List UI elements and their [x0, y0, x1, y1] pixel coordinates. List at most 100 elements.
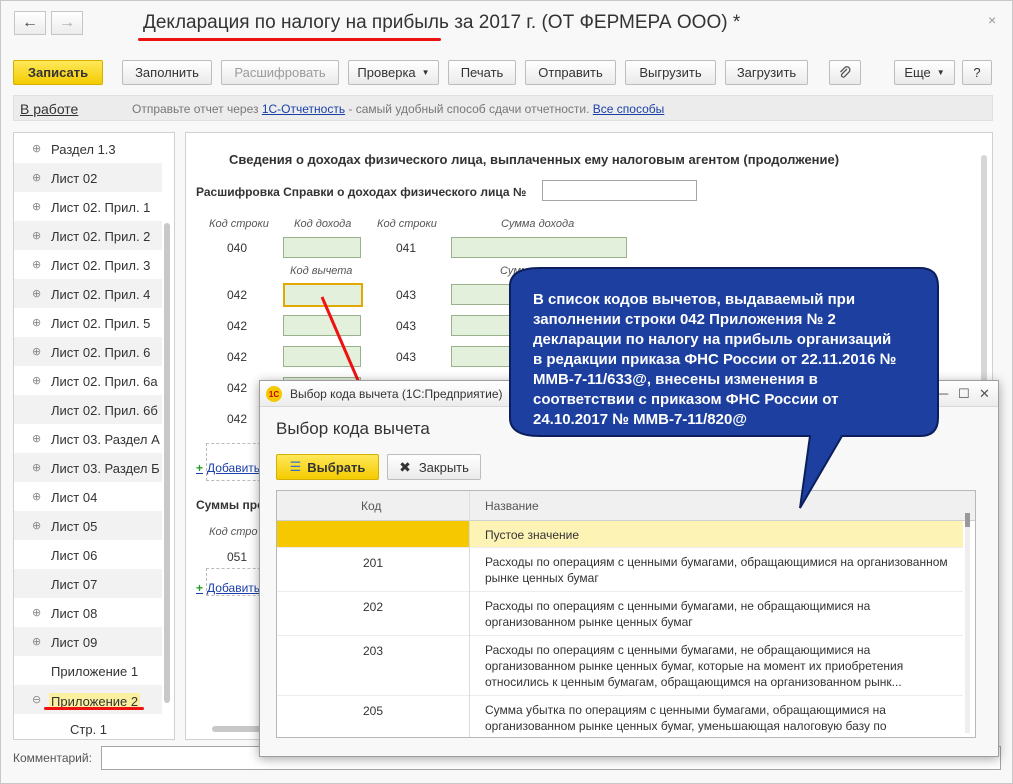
tree-item[interactable]: Лист 06	[14, 540, 162, 569]
tree-item[interactable]: ⊕ Лист 02. Прил. 5	[14, 308, 162, 337]
tree-item[interactable]: ⊕ Лист 02. Прил. 2	[14, 221, 162, 250]
paperclip-svg	[840, 65, 851, 78]
expand-icon[interactable]: ⊕	[32, 374, 41, 387]
status-message: Отправьте отчет через 1С-Отчетность - са…	[132, 102, 664, 116]
tree-item-label: Лист 02. Прил. 2	[51, 229, 151, 244]
col-income-sum: Сумма дохода	[501, 218, 575, 230]
load-button[interactable]: Загрузить	[725, 60, 808, 85]
table-row[interactable]: 205 Сумма убытка по операциям с ценными б…	[277, 696, 963, 737]
save-button[interactable]: Записать	[13, 60, 103, 85]
close-icon[interactable]: ✕	[979, 386, 990, 402]
expand-icon[interactable]: ⊕	[32, 432, 41, 445]
expand-icon[interactable]: ⊕	[32, 519, 41, 532]
expand-icon[interactable]: ⊕	[32, 287, 41, 300]
tree-item[interactable]: ⊕ Лист 02. Прил. 3	[14, 250, 162, 279]
tree-item[interactable]: ⊕ Лист 02. Прил. 1	[14, 192, 162, 221]
select-button[interactable]: ☰ Выбрать	[276, 454, 379, 480]
row-code-051: 051	[227, 550, 248, 564]
upload-button[interactable]: Выгрузить	[625, 60, 716, 85]
expand-icon[interactable]: ⊕	[32, 229, 41, 242]
expand-icon[interactable]: ⊕	[32, 142, 41, 155]
expand-icon[interactable]: ⊕	[32, 345, 41, 358]
tree-item[interactable]: ⊕ Лист 03. Раздел А	[14, 424, 162, 453]
maximize-icon[interactable]: ☐	[958, 386, 970, 402]
tree-item[interactable]: ⊕ Раздел 1.3	[14, 134, 162, 163]
tree-scrollbar[interactable]	[164, 223, 170, 703]
decode-button[interactable]: Расшифровать	[221, 60, 339, 85]
tree-item[interactable]: ⊕ Лист 02. Прил. 4	[14, 279, 162, 308]
back-icon[interactable]: ←	[14, 11, 46, 35]
close-icon[interactable]: ×	[988, 12, 996, 28]
expand-icon[interactable]: ⊕	[32, 316, 41, 329]
tree-item[interactable]: ⊕ Лист 02. Прил. 6	[14, 337, 162, 366]
chevron-down-icon: ▼	[421, 68, 430, 77]
deduction-code-input[interactable]	[283, 346, 361, 367]
status-state-link[interactable]: В работе	[20, 101, 78, 117]
expand-icon[interactable]: ⊕	[32, 461, 41, 474]
expand-icon[interactable]: ⊕	[32, 258, 41, 271]
expand-icon[interactable]: ⊕	[32, 635, 41, 648]
table-row[interactable]: Пустое значение	[277, 521, 963, 548]
tree-item[interactable]: Лист 02. Прил. 6б	[14, 395, 162, 424]
tree-item-label: Лист 03. Раздел А	[51, 432, 160, 447]
row-code: 205	[362, 704, 384, 718]
expand-icon[interactable]: ⊕	[32, 171, 41, 184]
tree-item-label: Лист 02. Прил. 6б	[51, 403, 158, 418]
more-button[interactable]: Еще ▼	[894, 60, 955, 85]
title-highlight-underline	[138, 38, 441, 41]
tree-item[interactable]: ⊕ Лист 03. Раздел Б	[14, 453, 162, 482]
tree-item[interactable]: Приложение 1	[14, 656, 162, 685]
tree-item-label: Лист 02	[51, 171, 98, 186]
plus-icon: +	[196, 461, 204, 475]
help-button[interactable]: ?	[962, 60, 992, 85]
row-code-040: 040	[227, 241, 248, 255]
send-button[interactable]: Отправить	[525, 60, 616, 85]
table-row[interactable]: 202 Расходы по операциям с ценными бумага…	[277, 592, 963, 636]
expand-icon[interactable]: ⊕	[32, 200, 41, 213]
col-header-name[interactable]: Название	[485, 499, 539, 513]
paperclip-icon[interactable]	[829, 60, 861, 85]
tree-item[interactable]: ⊕ Лист 02	[14, 163, 162, 192]
income-code-input[interactable]	[283, 237, 361, 258]
tree-item[interactable]: ⊕ Лист 05	[14, 511, 162, 540]
add-link-2[interactable]: + Добавить	[196, 581, 260, 595]
tree-item[interactable]: ⊕ Лист 02. Прил. 6а	[14, 366, 162, 395]
minimize-icon[interactable]: ─	[939, 386, 948, 401]
tree-item[interactable]: ⊕ Лист 08	[14, 598, 162, 627]
ref-label: Расшифровка Справки о доходах физическог…	[196, 185, 527, 199]
check-button[interactable]: Проверка ▼	[348, 60, 439, 85]
table-scroll-thumb[interactable]	[965, 513, 970, 527]
collapse-icon[interactable]: ⊖	[32, 693, 41, 706]
dialog-window-title: Выбор кода вычета (1С:Предприятие)	[290, 387, 503, 401]
tree-highlight-underline	[44, 707, 144, 710]
col-header-code[interactable]: Код	[361, 499, 381, 513]
link-all-methods[interactable]: Все способы	[593, 102, 665, 116]
link-1c-reporting[interactable]: 1С-Отчетность	[262, 102, 345, 116]
close-button[interactable]: ✖ Закрыть	[387, 454, 481, 480]
deduction-code-input[interactable]	[283, 315, 361, 336]
row-code-042: 042	[227, 381, 248, 395]
add-link[interactable]: + Добавить	[196, 461, 260, 475]
row-name: Пустое значение	[485, 528, 580, 542]
dialog-heading: Выбор кода вычета	[276, 419, 430, 438]
fill-button[interactable]: Заполнить	[122, 60, 212, 85]
sums-section-label: Суммы пре	[196, 498, 264, 512]
table-vertical-scrollbar[interactable]	[965, 513, 970, 733]
ref-number-input[interactable]	[542, 180, 697, 201]
table-row[interactable]: 201 Расходы по операциям с ценными бумага…	[277, 548, 963, 592]
forward-icon[interactable]: →	[51, 11, 83, 35]
deduction-code-input[interactable]	[283, 283, 363, 307]
tree-item[interactable]: Стр. 1	[14, 714, 162, 739]
select-list-icon: ☰	[289, 459, 302, 474]
tree-item[interactable]: Лист 07	[14, 569, 162, 598]
table-row[interactable]: 203 Расходы по операциям с ценными бумага…	[277, 636, 963, 696]
expand-icon[interactable]: ⊕	[32, 490, 41, 503]
print-button[interactable]: Печать	[448, 60, 516, 85]
col-income-code: Код дохода	[294, 218, 352, 230]
tree-item[interactable]: ⊕ Лист 04	[14, 482, 162, 511]
check-button-label: Проверка	[357, 65, 416, 80]
tree-item[interactable]: ⊕ Лист 09	[14, 627, 162, 656]
income-sum-input[interactable]	[451, 237, 627, 258]
expand-icon[interactable]: ⊕	[32, 606, 41, 619]
col-code-line-2: Код строки	[377, 218, 437, 230]
